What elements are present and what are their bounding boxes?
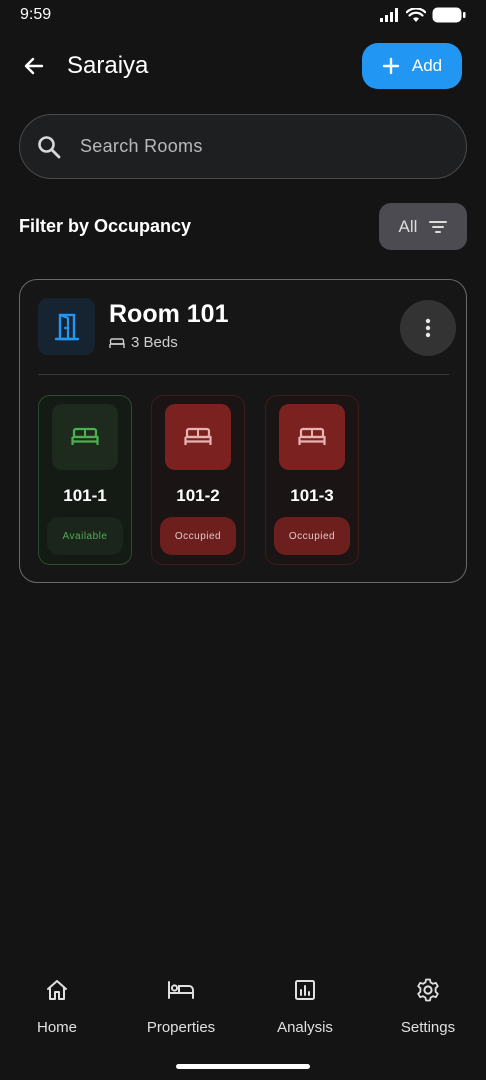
bed-status-badge: Occupied xyxy=(274,517,350,555)
bed-label: 101-1 xyxy=(63,486,107,505)
more-vertical-icon xyxy=(425,318,431,338)
bed-icon-container xyxy=(279,404,345,470)
room-name: Room 101 xyxy=(109,300,229,328)
status-time: 9:59 xyxy=(20,6,52,23)
arrow-back-icon xyxy=(24,57,44,75)
search-icon xyxy=(38,135,61,158)
signal-icon xyxy=(380,8,398,22)
bed-label: 101-3 xyxy=(290,486,334,505)
nav-label: Home xyxy=(36,1019,77,1036)
nav-label: Properties xyxy=(146,1019,216,1036)
bed-status-badge: Available xyxy=(47,517,123,555)
nav-label: Analysis xyxy=(277,1019,333,1036)
filter-icon xyxy=(429,220,448,233)
room-bed-count: 3 Beds xyxy=(109,334,178,351)
wifi-icon xyxy=(406,7,426,22)
home-indicator xyxy=(176,1064,310,1069)
bed-icon-container xyxy=(52,404,118,470)
app-bar: Saraiya Add xyxy=(0,42,486,90)
bed-status-badge: Occupied xyxy=(160,517,236,555)
bed-tile-101-3[interactable]: 101-3 Occupied xyxy=(265,395,359,565)
bed-icon xyxy=(298,427,326,445)
bed-icon xyxy=(71,427,99,445)
bed-label: 101-2 xyxy=(176,486,220,505)
plus-icon xyxy=(382,57,400,75)
back-button[interactable] xyxy=(18,50,50,82)
nav-item-home[interactable]: Home xyxy=(7,975,107,1037)
room-card[interactable]: Room 101 3 Beds 101-1 Available 101-2 Oc… xyxy=(19,279,467,583)
home-icon xyxy=(47,980,67,1000)
gear-icon xyxy=(417,978,439,1002)
card-divider xyxy=(38,374,449,375)
battery-icon xyxy=(432,7,466,23)
nav-item-settings[interactable]: Settings xyxy=(378,975,478,1037)
filter-value: All xyxy=(398,216,418,236)
hotel-bed-icon xyxy=(168,981,194,999)
filter-label: Filter by Occupancy xyxy=(19,216,192,236)
nav-item-analysis[interactable]: Analysis xyxy=(255,975,355,1037)
nav-item-properties[interactable]: Properties xyxy=(131,975,231,1037)
add-button-label: Add xyxy=(411,56,443,75)
page-title: Saraiya xyxy=(67,52,149,79)
search-input[interactable] xyxy=(80,136,420,157)
more-options-button[interactable] xyxy=(400,300,456,356)
bottom-navigation: Home Properties Analysis Settings xyxy=(0,965,486,1080)
bed-tile-101-1[interactable]: 101-1 Available xyxy=(38,395,132,565)
search-bar[interactable] xyxy=(19,114,467,179)
status-icons xyxy=(380,7,466,23)
room-icon-container xyxy=(38,298,95,355)
nav-label: Settings xyxy=(400,1019,456,1036)
bed-icon xyxy=(109,337,125,348)
add-button[interactable]: Add xyxy=(362,43,462,89)
analytics-icon xyxy=(295,980,315,1000)
status-bar: 9:59 xyxy=(0,0,486,30)
bed-tile-101-2[interactable]: 101-2 Occupied xyxy=(151,395,245,565)
bed-icon xyxy=(184,427,212,445)
bed-icon-container xyxy=(165,404,231,470)
filter-dropdown-button[interactable]: All xyxy=(379,203,467,250)
room-beds-text: 3 Beds xyxy=(131,334,178,351)
door-icon xyxy=(54,313,79,340)
